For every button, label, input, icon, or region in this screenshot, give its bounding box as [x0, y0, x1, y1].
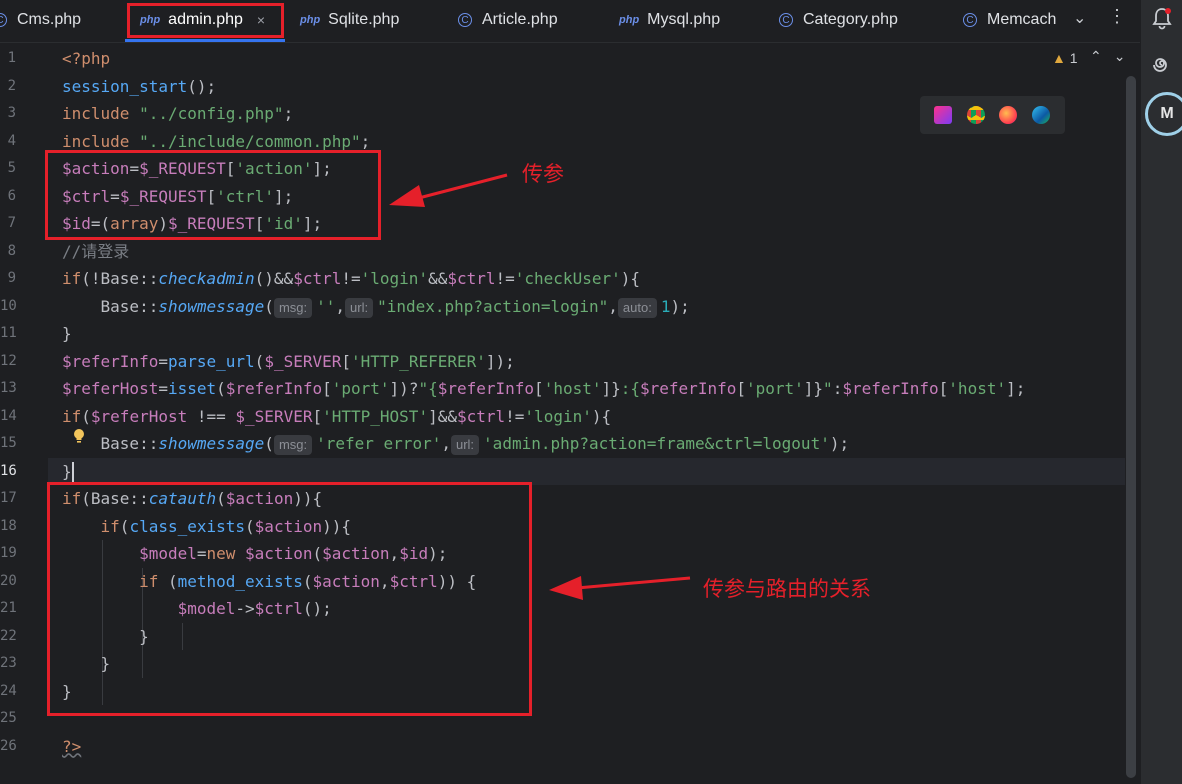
- spiral-icon[interactable]: [1150, 54, 1174, 82]
- code-line-16: }: [62, 461, 74, 482]
- params-highlight-box: [45, 150, 381, 240]
- param-hint: msg:: [273, 435, 313, 455]
- admin-tab-highlight-box: [127, 3, 284, 38]
- code-line-12: $referInfo=parse_url($_SERVER['HTTP_REFE…: [62, 351, 515, 371]
- routing-arrow-icon: [549, 576, 691, 600]
- code-line-15: Base::showmessage(msg:'refer error', url:…: [62, 434, 850, 455]
- previous-highlight-icon[interactable]: ⌃: [1090, 48, 1114, 64]
- tab-mysql[interactable]: php Mysql.php: [619, 0, 720, 40]
- php-file-icon: php: [619, 14, 640, 26]
- text-caret: [71, 462, 74, 482]
- routing-highlight-box: [47, 482, 532, 716]
- params-annotation: 传参: [522, 162, 564, 186]
- code-line-10: Base::showmessage(msg: '', url: "index.php?…: [62, 296, 690, 318]
- class-icon: C: [458, 13, 472, 27]
- param-hint: url:: [450, 435, 480, 455]
- vertical-scrollbar[interactable]: [1126, 76, 1136, 778]
- tab-memcache[interactable]: C Memcach: [963, 0, 1057, 40]
- browser-preview-toolbar: [920, 96, 1065, 134]
- edge-icon[interactable]: [1032, 106, 1050, 124]
- code-line-13: $referHost=isset($referInfo['port'])?"{$…: [62, 379, 1026, 398]
- tabs-dropdown-chevron-icon[interactable]: ⌄: [1073, 8, 1086, 28]
- code-line-8: //请登录: [62, 241, 130, 261]
- code-line-1: <?php: [62, 49, 111, 68]
- current-line-highlight: [48, 457, 1125, 485]
- code-line-14: if($referHost !== $_SERVER['HTTP_HOST']&…: [62, 406, 612, 426]
- param-hint: msg:: [273, 297, 313, 318]
- param-hint: auto:: [617, 297, 657, 318]
- right-tool-bar: M: [1140, 0, 1182, 784]
- tab-article[interactable]: C Article.php: [458, 0, 558, 40]
- code-line-3: include "../config.php";: [62, 104, 294, 123]
- code-line-2: session_start();: [62, 76, 217, 96]
- more-options-icon[interactable]: ⋮: [1108, 6, 1126, 27]
- param-hint: url:: [345, 297, 374, 318]
- class-icon: C: [963, 13, 977, 27]
- highlight-navigation[interactable]: ⌃⌄: [1090, 48, 1137, 65]
- warning-icon: ▲: [1052, 50, 1066, 66]
- avatar-icon[interactable]: M: [1145, 92, 1182, 136]
- class-icon: C: [0, 13, 7, 27]
- tab-category[interactable]: C Category.php: [779, 0, 898, 40]
- code-line-11: }: [62, 324, 72, 343]
- next-highlight-icon[interactable]: ⌄: [1114, 48, 1138, 64]
- phpstorm-icon[interactable]: [934, 106, 952, 124]
- code-line-9: if(!Base::checkadmin()&&$ctrl!='login'&&…: [62, 269, 640, 288]
- firefox-icon[interactable]: [999, 106, 1017, 124]
- params-arrow-icon: [389, 173, 508, 207]
- chrome-icon[interactable]: [967, 106, 985, 124]
- routing-annotation: 传参与路由的关系: [703, 577, 871, 601]
- lightbulb-icon[interactable]: [72, 428, 86, 444]
- code-line-26: ?>: [62, 736, 82, 756]
- tab-cms[interactable]: C Cms.php: [0, 0, 81, 40]
- bell-icon[interactable]: [1150, 6, 1174, 36]
- inspection-widget[interactable]: ▲ 1: [1052, 50, 1078, 66]
- class-icon: C: [779, 13, 793, 27]
- php-file-icon: php: [300, 14, 321, 26]
- tab-sqlite[interactable]: php Sqlite.php: [300, 0, 399, 40]
